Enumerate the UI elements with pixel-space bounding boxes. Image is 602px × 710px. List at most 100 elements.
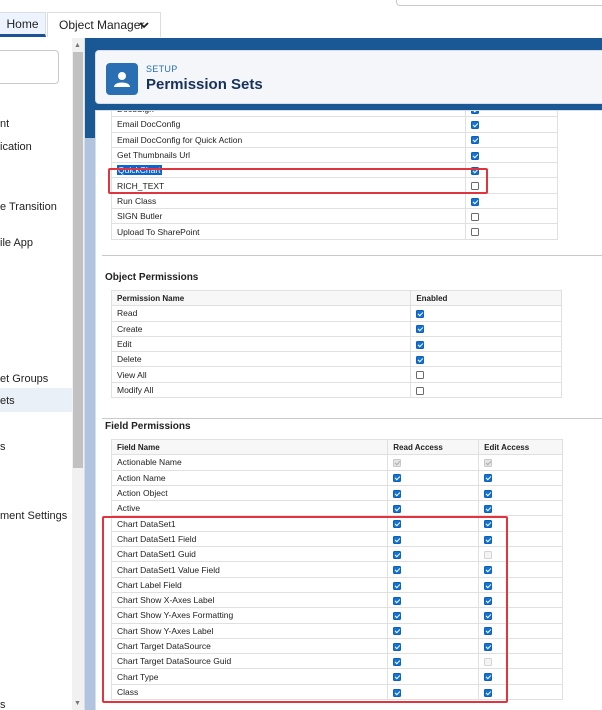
table-cell bbox=[465, 223, 558, 240]
section-divider bbox=[102, 418, 602, 419]
read-access-checkbox[interactable] bbox=[393, 489, 402, 498]
row-label: Delete bbox=[117, 354, 142, 365]
table-cell bbox=[465, 146, 558, 164]
enabled-checkbox[interactable] bbox=[471, 136, 480, 145]
sidebar-item[interactable]: nt bbox=[0, 118, 9, 130]
column-header-enabled: Enabled bbox=[410, 289, 562, 307]
tab-home[interactable]: Home bbox=[0, 12, 46, 37]
table-cell bbox=[410, 305, 562, 322]
annotation-highlight-chart-fields bbox=[102, 516, 508, 703]
table-row: Read bbox=[110, 305, 562, 322]
table-cell: SIGN Butler bbox=[110, 208, 467, 225]
enabled-checkbox[interactable] bbox=[416, 356, 425, 365]
sidebar-item[interactable]: s bbox=[0, 699, 6, 710]
table-cell bbox=[465, 111, 558, 118]
column-header-field-name: Field Name bbox=[110, 438, 389, 456]
read-access-checkbox[interactable] bbox=[393, 474, 402, 483]
sidebar-scrollbar-thumb[interactable] bbox=[73, 52, 83, 468]
table-row: Actionable Name bbox=[110, 454, 563, 471]
sidebar-item[interactable]: ment Settings bbox=[0, 510, 67, 522]
enabled-checkbox[interactable] bbox=[416, 340, 425, 349]
table-cell bbox=[478, 500, 563, 517]
table-cell: Email DocConfig for Quick Action bbox=[110, 131, 467, 148]
table-row: Email DocConfig bbox=[110, 116, 558, 133]
table-cell: Modify All bbox=[110, 381, 412, 399]
setup-sidebar: nt ication e Transition ile App et Group… bbox=[0, 38, 85, 710]
enabled-checkbox[interactable] bbox=[471, 121, 480, 130]
enabled-checkbox[interactable] bbox=[471, 111, 480, 114]
edit-access-checkbox[interactable] bbox=[484, 505, 493, 514]
edit-access-checkbox[interactable] bbox=[484, 489, 493, 498]
edit-access-checkbox[interactable] bbox=[484, 474, 493, 483]
scroll-up-arrow-icon[interactable]: ▲ bbox=[74, 42, 81, 49]
breadcrumb-setup[interactable]: SETUP bbox=[146, 64, 178, 74]
enabled-checkbox[interactable] bbox=[471, 151, 480, 160]
permission-set-detail: DocuSign Email DocConfig Email DocConfig f… bbox=[95, 110, 602, 710]
table-cell bbox=[410, 320, 562, 337]
table-row: View All bbox=[110, 366, 562, 383]
object-permissions-table: Permission Name Enabled Read Create Edit De… bbox=[110, 289, 562, 399]
quick-find-input[interactable] bbox=[0, 50, 59, 84]
table-cell bbox=[478, 484, 563, 502]
tab-home-label: Home bbox=[6, 16, 39, 31]
table-cell: DocuSign bbox=[110, 111, 467, 118]
sidebar-item[interactable]: ication bbox=[0, 141, 32, 153]
column-header-edit-access: Edit Access bbox=[478, 438, 563, 456]
sidebar-item-permission-sets[interactable]: ets bbox=[0, 395, 15, 407]
read-access-checkbox[interactable] bbox=[393, 505, 402, 514]
table-row: Modify All bbox=[110, 381, 562, 399]
table-row: Get Thumbnails Url bbox=[110, 146, 558, 164]
row-label: View All bbox=[117, 369, 147, 380]
sidebar-item[interactable]: et Groups bbox=[0, 373, 48, 385]
field-permissions-title: Field Permissions bbox=[105, 421, 191, 432]
sidebar-item[interactable]: s bbox=[0, 441, 6, 453]
enabled-checkbox[interactable] bbox=[416, 371, 425, 380]
page-header: SETUP Permission Sets bbox=[95, 50, 602, 104]
row-label: DocuSign bbox=[117, 111, 154, 114]
table-row: Run Class bbox=[110, 192, 558, 210]
row-label: Email DocConfig bbox=[117, 119, 181, 130]
enabled-checkbox[interactable] bbox=[471, 212, 480, 221]
tab-object-manager[interactable]: Object Manager bbox=[47, 12, 161, 37]
table-row: Email DocConfig for Quick Action bbox=[110, 131, 558, 148]
table-row: Delete bbox=[110, 351, 562, 368]
row-label: Upload To SharePoint bbox=[117, 226, 200, 237]
row-label: Actionable Name bbox=[117, 457, 182, 468]
table-cell: Upload To SharePoint bbox=[110, 223, 467, 240]
table-cell: Get Thumbnails Url bbox=[110, 146, 467, 164]
table-cell: Delete bbox=[110, 351, 412, 368]
sidebar-item[interactable]: ile App bbox=[0, 237, 33, 249]
chevron-down-icon[interactable] bbox=[138, 19, 150, 31]
enabled-checkbox[interactable] bbox=[471, 228, 480, 237]
enabled-checkbox[interactable] bbox=[416, 310, 425, 319]
table-cell bbox=[387, 500, 480, 517]
table-cell: Action Name bbox=[110, 469, 389, 486]
table-cell: View All bbox=[110, 366, 412, 383]
row-label: Email DocConfig for Quick Action bbox=[117, 134, 243, 145]
table-cell bbox=[410, 335, 562, 353]
table-cell: Run Class bbox=[110, 192, 467, 210]
row-label: Modify All bbox=[117, 384, 154, 395]
sidebar-item[interactable]: e Transition bbox=[0, 201, 57, 213]
section-divider bbox=[102, 255, 602, 256]
table-cell: Email DocConfig bbox=[110, 116, 467, 133]
table-cell: Read bbox=[110, 305, 412, 322]
table-cell bbox=[465, 131, 558, 148]
row-label: Edit bbox=[117, 339, 132, 350]
scroll-down-arrow-icon[interactable]: ▼ bbox=[74, 700, 81, 707]
table-row: Active bbox=[110, 500, 563, 517]
table-cell bbox=[410, 351, 562, 368]
table-cell bbox=[465, 192, 558, 210]
enabled-checkbox[interactable] bbox=[416, 325, 425, 334]
table-cell: Edit bbox=[110, 335, 412, 353]
row-label: Action Object bbox=[117, 488, 168, 499]
table-row: Action Name bbox=[110, 469, 563, 486]
global-search-box[interactable] bbox=[396, 0, 602, 6]
column-header-read-access: Read Access bbox=[387, 438, 480, 456]
table-cell: Action Object bbox=[110, 484, 389, 502]
user-permissions-icon bbox=[106, 63, 138, 95]
enabled-checkbox[interactable] bbox=[416, 386, 425, 395]
table-cell bbox=[387, 484, 480, 502]
annotation-highlight-quickchart bbox=[108, 168, 488, 194]
enabled-checkbox[interactable] bbox=[471, 197, 480, 206]
